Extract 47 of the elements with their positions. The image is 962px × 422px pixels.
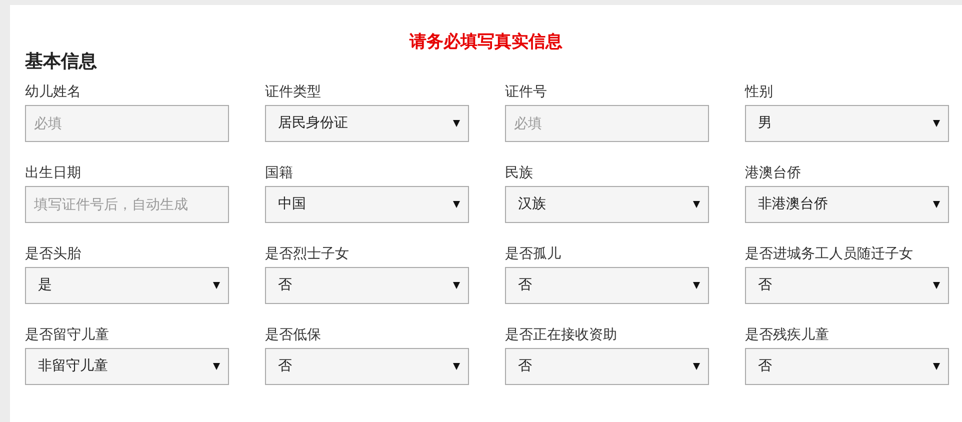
field-label: 幼儿姓名: [25, 83, 82, 102]
input-field[interactable]: 必填: [25, 105, 229, 142]
field-label: 港澳台侨: [745, 164, 802, 183]
select-field[interactable]: 男: [745, 105, 949, 142]
select-field[interactable]: 否: [505, 348, 709, 385]
field-label: 是否残疾儿童: [745, 326, 830, 345]
caret-icon: [213, 282, 220, 289]
field-label: 是否头胎: [25, 245, 82, 264]
caret-icon: [453, 120, 460, 127]
caret-icon: [933, 120, 940, 127]
notice: 请务必填写真实信息: [408, 31, 564, 53]
select-field[interactable]: 居民身份证: [265, 105, 469, 142]
caret-icon: [693, 282, 700, 289]
caret-icon: [933, 201, 940, 208]
caret-icon: [693, 201, 700, 208]
field-label: 是否低保: [265, 326, 322, 345]
field-label: 是否留守儿童: [25, 326, 110, 345]
select-field[interactable]: 否: [265, 267, 469, 304]
field-label: 是否进城务工人员随迁子女: [745, 245, 914, 264]
field-label: 国籍: [265, 164, 294, 183]
field-label: 民族: [505, 164, 534, 183]
field-label: 是否正在接收资助: [505, 326, 618, 345]
caret-icon: [693, 363, 700, 370]
select-field[interactable]: 非留守儿童: [25, 348, 229, 385]
field-label: 性别: [745, 83, 774, 102]
section-title: 基本信息: [25, 51, 98, 73]
select-field[interactable]: 否: [505, 267, 709, 304]
caret-icon: [933, 282, 940, 289]
field-label: 是否烈士子女: [265, 245, 350, 264]
caret-icon: [933, 363, 940, 370]
field-label: 证件类型: [265, 83, 322, 102]
field-label: 证件号: [505, 83, 548, 102]
select-field[interactable]: 否: [745, 267, 949, 304]
input-field[interactable]: 必填: [505, 105, 709, 142]
caret-icon: [453, 201, 460, 208]
caret-icon: [453, 282, 460, 289]
caret-icon: [453, 363, 460, 370]
select-field[interactable]: 汉族: [505, 186, 709, 223]
select-field[interactable]: 否: [745, 348, 949, 385]
caret-icon: [213, 363, 220, 370]
field-label: 出生日期: [25, 164, 82, 183]
field-label: 是否孤儿: [505, 245, 562, 264]
select-field[interactable]: 否: [265, 348, 469, 385]
select-field[interactable]: 是: [25, 267, 229, 304]
input-field[interactable]: 填写证件号后，自动生成: [25, 186, 229, 223]
select-field[interactable]: 中国: [265, 186, 469, 223]
select-field[interactable]: 非港澳台侨: [745, 186, 949, 223]
